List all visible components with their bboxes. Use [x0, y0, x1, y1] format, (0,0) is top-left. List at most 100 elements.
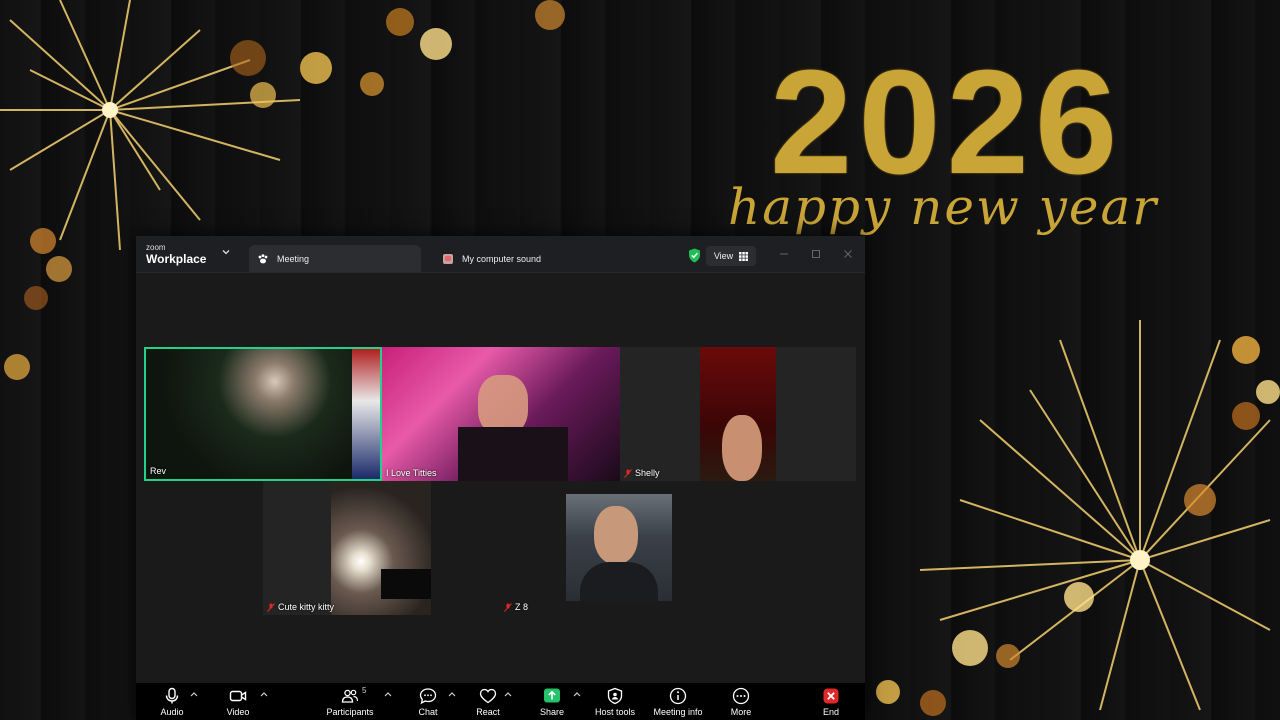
bokeh-light [250, 82, 276, 108]
bokeh-light [230, 40, 266, 76]
more-icon [732, 687, 750, 705]
participant-name: Rev [150, 466, 167, 476]
end-button[interactable]: End [796, 687, 866, 717]
bokeh-light [952, 630, 988, 666]
chevron-down-icon[interactable] [222, 248, 230, 256]
participant-name-label: Z 8 [504, 602, 528, 612]
video-gallery: Rev I Love Titties Shelly Cute kitty kit… [136, 273, 865, 683]
react-button[interactable]: React [453, 687, 523, 717]
video-feed [381, 569, 431, 599]
info-icon [669, 687, 687, 705]
meeting-info-label: Meeting info [653, 707, 703, 717]
bokeh-light [1232, 402, 1260, 430]
shield-icon [607, 687, 623, 705]
share-label: Share [539, 707, 565, 717]
participant-name-label: I Love Titties [386, 468, 437, 478]
brand-big: Workplace [146, 252, 207, 266]
meeting-info-button[interactable]: Meeting info [643, 687, 713, 717]
participant-name-label: Cute kitty kitty [267, 602, 334, 612]
heart-icon [479, 688, 497, 704]
video-feed [458, 427, 568, 481]
participants-button[interactable]: Participants [315, 687, 385, 717]
video-feed-face [722, 415, 762, 481]
more-button[interactable]: More [706, 687, 776, 717]
bokeh-light [420, 28, 452, 60]
close-icon[interactable] [842, 248, 854, 260]
zoom-workplace-logo[interactable]: zoom Workplace [146, 243, 207, 266]
end-label: End [822, 707, 839, 717]
participant-tile[interactable] [566, 494, 672, 601]
host-tools-button[interactable]: Host tools [580, 687, 650, 717]
participant-name-label: Shelly [624, 468, 660, 478]
bokeh-light [4, 354, 30, 380]
host-tools-label: Host tools [594, 707, 636, 717]
video-feed [478, 375, 528, 435]
bokeh-light [1064, 582, 1094, 612]
participant-tile[interactable]: Shelly [620, 347, 856, 481]
bokeh-light [386, 8, 414, 36]
bokeh-light [1256, 380, 1280, 404]
caret-up-icon[interactable] [190, 691, 198, 697]
bokeh-light [920, 690, 946, 716]
participant-name-label: Rev [150, 466, 166, 476]
bokeh-light [876, 680, 900, 704]
react-label: React [476, 707, 500, 717]
video-camera-icon [229, 690, 247, 702]
more-label: More [730, 707, 752, 717]
video-feed-body [580, 562, 658, 601]
participant-name: Z 8 [515, 602, 529, 612]
grid-icon [739, 251, 749, 261]
video-feed-face [594, 506, 638, 564]
paw-icon [258, 253, 268, 263]
muted-mic-icon [624, 468, 632, 478]
caret-up-icon[interactable] [384, 691, 392, 697]
zoom-meeting-window: zoom Workplace Meeting My computer sound [136, 236, 865, 720]
video-label: Video [226, 707, 250, 717]
participant-tile[interactable]: Cute kitty kitty [263, 481, 431, 615]
participants-count: 5 [362, 686, 367, 695]
greeting-heading: happy new year [728, 178, 1159, 236]
bokeh-light [300, 52, 332, 84]
tab-label: Meeting [277, 253, 310, 264]
chat-bubble-icon [419, 688, 437, 705]
view-button[interactable]: View [706, 246, 756, 266]
audio-label: Audio [160, 707, 184, 717]
chat-label: Chat [418, 707, 438, 717]
speaker-icon [443, 253, 453, 264]
video-feed [700, 347, 776, 481]
bokeh-light [46, 256, 72, 282]
bokeh-light [1232, 336, 1260, 364]
participant-name: Shelly [635, 468, 660, 478]
view-label: View [713, 251, 734, 261]
caret-up-icon[interactable] [260, 691, 268, 697]
shield-check-icon[interactable] [688, 248, 701, 263]
muted-mic-icon [504, 602, 512, 612]
tab-meeting[interactable]: Meeting [249, 245, 421, 272]
bokeh-light [30, 228, 56, 254]
brand-small: zoom [146, 243, 166, 252]
minimize-icon[interactable] [778, 248, 790, 260]
participant-tile[interactable]: Z 8 [500, 481, 568, 615]
maximize-icon[interactable] [810, 248, 822, 260]
bokeh-light [360, 72, 384, 96]
participant-name: Cute kitty kitty [278, 602, 335, 612]
meeting-toolbar: Audio Video Participants 5 Chat React Sh… [136, 683, 865, 720]
muted-mic-icon [267, 602, 275, 612]
bokeh-light [1184, 484, 1216, 516]
end-call-icon [823, 688, 839, 704]
participant-name: I Love Titties [386, 468, 437, 478]
tab-label: My computer sound [462, 253, 542, 264]
bokeh-light [535, 0, 565, 30]
tab-computer-sound[interactable]: My computer sound [434, 245, 694, 272]
share-screen-icon [544, 688, 560, 703]
people-icon [341, 689, 359, 703]
participant-tile[interactable]: Rev [144, 347, 382, 481]
video-feed [352, 349, 380, 479]
participant-tile[interactable]: I Love Titties [382, 347, 620, 481]
participants-label: Participants [326, 707, 374, 717]
caret-up-icon[interactable] [504, 691, 512, 697]
bokeh-light [24, 286, 48, 310]
microphone-icon [165, 687, 179, 704]
bokeh-light [996, 644, 1020, 668]
title-bar: zoom Workplace Meeting My computer sound [136, 236, 865, 273]
